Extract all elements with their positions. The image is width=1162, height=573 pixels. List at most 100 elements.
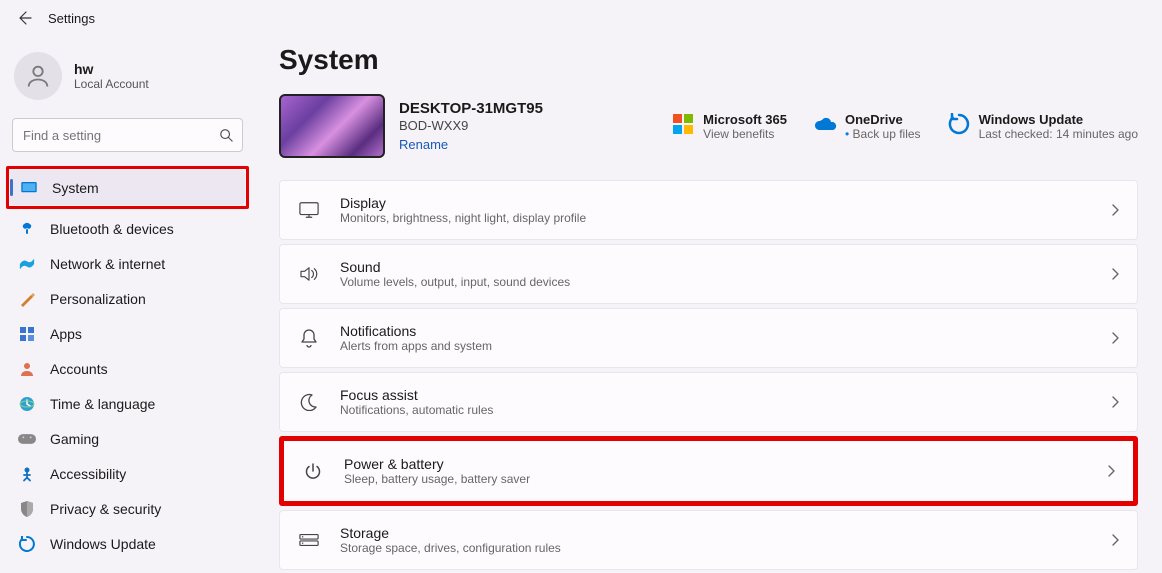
card-title: Sound (340, 259, 570, 275)
status-tile-windows-update[interactable]: Windows UpdateLast checked: 14 minutes a… (947, 112, 1138, 141)
tile-icon (671, 112, 695, 136)
back-button[interactable] (12, 6, 36, 30)
nav-item-label: Apps (50, 326, 82, 342)
nav-item-label: Personalization (50, 291, 146, 307)
card-subtitle: Storage space, drives, configuration rul… (340, 541, 561, 555)
card-title: Power & battery (344, 456, 530, 472)
storage-icon (298, 529, 320, 551)
card-subtitle: Sleep, battery usage, battery saver (344, 472, 530, 486)
search-input[interactable] (12, 118, 243, 152)
card-title: Display (340, 195, 586, 211)
status-tile-onedrive[interactable]: OneDrive• Back up files (813, 112, 921, 141)
sidebar: hw Local Account System Bluetooth & devic… (0, 36, 255, 573)
sound-icon (298, 263, 320, 285)
annotation-highlight-nav: System (6, 166, 249, 209)
nav-item-label: Bluetooth & devices (50, 221, 174, 237)
nav-item-apps[interactable]: Apps (8, 316, 247, 351)
nav-icon (18, 465, 36, 483)
card-notifications[interactable]: NotificationsAlerts from apps and system (279, 308, 1138, 368)
card-subtitle: Notifications, automatic rules (340, 403, 493, 417)
power-icon (302, 460, 324, 482)
nav-item-personalization[interactable]: Personalization (8, 281, 247, 316)
nav-item-label: System (52, 180, 99, 196)
card-title: Notifications (340, 323, 492, 339)
card-subtitle: Monitors, brightness, night light, displ… (340, 211, 586, 225)
nav-icon (20, 179, 38, 197)
nav-item-windows-update[interactable]: Windows Update (8, 526, 247, 561)
nav-item-label: Accounts (50, 361, 108, 377)
chevron-right-icon (1111, 534, 1119, 546)
search-wrap (12, 118, 243, 152)
nav-item-label: Privacy & security (50, 501, 161, 517)
nav-icon (18, 535, 36, 553)
settings-cards: DisplayMonitors, brightness, night light… (279, 180, 1138, 570)
nav-item-label: Gaming (50, 431, 99, 447)
person-icon (24, 62, 52, 90)
card-power-battery[interactable]: Power & batterySleep, battery usage, bat… (284, 441, 1133, 501)
nav-item-gaming[interactable]: Gaming (8, 421, 247, 456)
nav-item-label: Windows Update (50, 536, 156, 552)
device-image (279, 94, 385, 158)
card-title: Focus assist (340, 387, 493, 403)
tile-subtitle: View benefits (703, 127, 787, 141)
bell-icon (298, 327, 320, 349)
nav-item-network-internet[interactable]: Network & internet (8, 246, 247, 281)
chevron-right-icon (1111, 268, 1119, 280)
chevron-right-icon (1111, 396, 1119, 408)
nav-item-bluetooth-devices[interactable]: Bluetooth & devices (8, 211, 247, 246)
card-subtitle: Volume levels, output, input, sound devi… (340, 275, 570, 289)
back-arrow-icon (16, 10, 32, 26)
device-model: BOD-WXX9 (399, 118, 543, 133)
nav-icon (18, 325, 36, 343)
nav-icon (18, 290, 36, 308)
nav-icon (18, 220, 36, 238)
nav-icon (18, 255, 36, 273)
nav-icon (18, 430, 36, 448)
nav-icon (18, 500, 36, 518)
nav-item-label: Time & language (50, 396, 155, 412)
annotation-highlight-card: Power & batterySleep, battery usage, bat… (279, 436, 1138, 506)
rename-link[interactable]: Rename (399, 137, 543, 152)
tile-title: Microsoft 365 (703, 112, 787, 127)
window-header: Settings (0, 0, 1162, 36)
chevron-right-icon (1111, 332, 1119, 344)
nav-item-label: Accessibility (50, 466, 126, 482)
user-name: hw (74, 61, 149, 77)
avatar (14, 52, 62, 100)
card-title: Storage (340, 525, 561, 541)
tile-icon (947, 112, 971, 136)
display-icon (298, 199, 320, 221)
nav-item-accessibility[interactable]: Accessibility (8, 456, 247, 491)
tile-subtitle: • Back up files (845, 127, 921, 141)
page-title: System (279, 44, 1138, 76)
search-icon (219, 128, 233, 142)
user-subtitle: Local Account (74, 77, 149, 91)
status-tiles: Microsoft 365View benefits OneDrive• Back… (671, 112, 1138, 141)
card-focus-assist[interactable]: Focus assistNotifications, automatic rul… (279, 372, 1138, 432)
header-title: Settings (48, 11, 95, 26)
nav-icon (18, 360, 36, 378)
status-tile-microsoft-[interactable]: Microsoft 365View benefits (671, 112, 787, 141)
nav-item-accounts[interactable]: Accounts (8, 351, 247, 386)
tile-title: Windows Update (979, 112, 1138, 127)
tile-icon (813, 112, 837, 136)
nav-item-privacy-security[interactable]: Privacy & security (8, 491, 247, 526)
card-storage[interactable]: StorageStorage space, drives, configurat… (279, 510, 1138, 570)
tile-subtitle: Last checked: 14 minutes ago (979, 127, 1138, 141)
device-name: DESKTOP-31MGT95 (399, 100, 543, 117)
nav-item-label: Network & internet (50, 256, 165, 272)
card-display[interactable]: DisplayMonitors, brightness, night light… (279, 180, 1138, 240)
device-info-row: DESKTOP-31MGT95 BOD-WXX9 Rename Microsof… (279, 94, 1138, 158)
nav-item-time-language[interactable]: Time & language (8, 386, 247, 421)
moon-icon (298, 391, 320, 413)
nav-icon (18, 395, 36, 413)
chevron-right-icon (1107, 465, 1115, 477)
user-account-row[interactable]: hw Local Account (8, 46, 247, 114)
nav-list: System Bluetooth & devices Network & inter… (8, 166, 247, 561)
chevron-right-icon (1111, 204, 1119, 216)
card-subtitle: Alerts from apps and system (340, 339, 492, 353)
tile-title: OneDrive (845, 112, 921, 127)
card-sound[interactable]: SoundVolume levels, output, input, sound… (279, 244, 1138, 304)
nav-item-system[interactable]: System (10, 170, 245, 205)
main-content: System DESKTOP-31MGT95 BOD-WXX9 Rename M… (255, 36, 1162, 573)
